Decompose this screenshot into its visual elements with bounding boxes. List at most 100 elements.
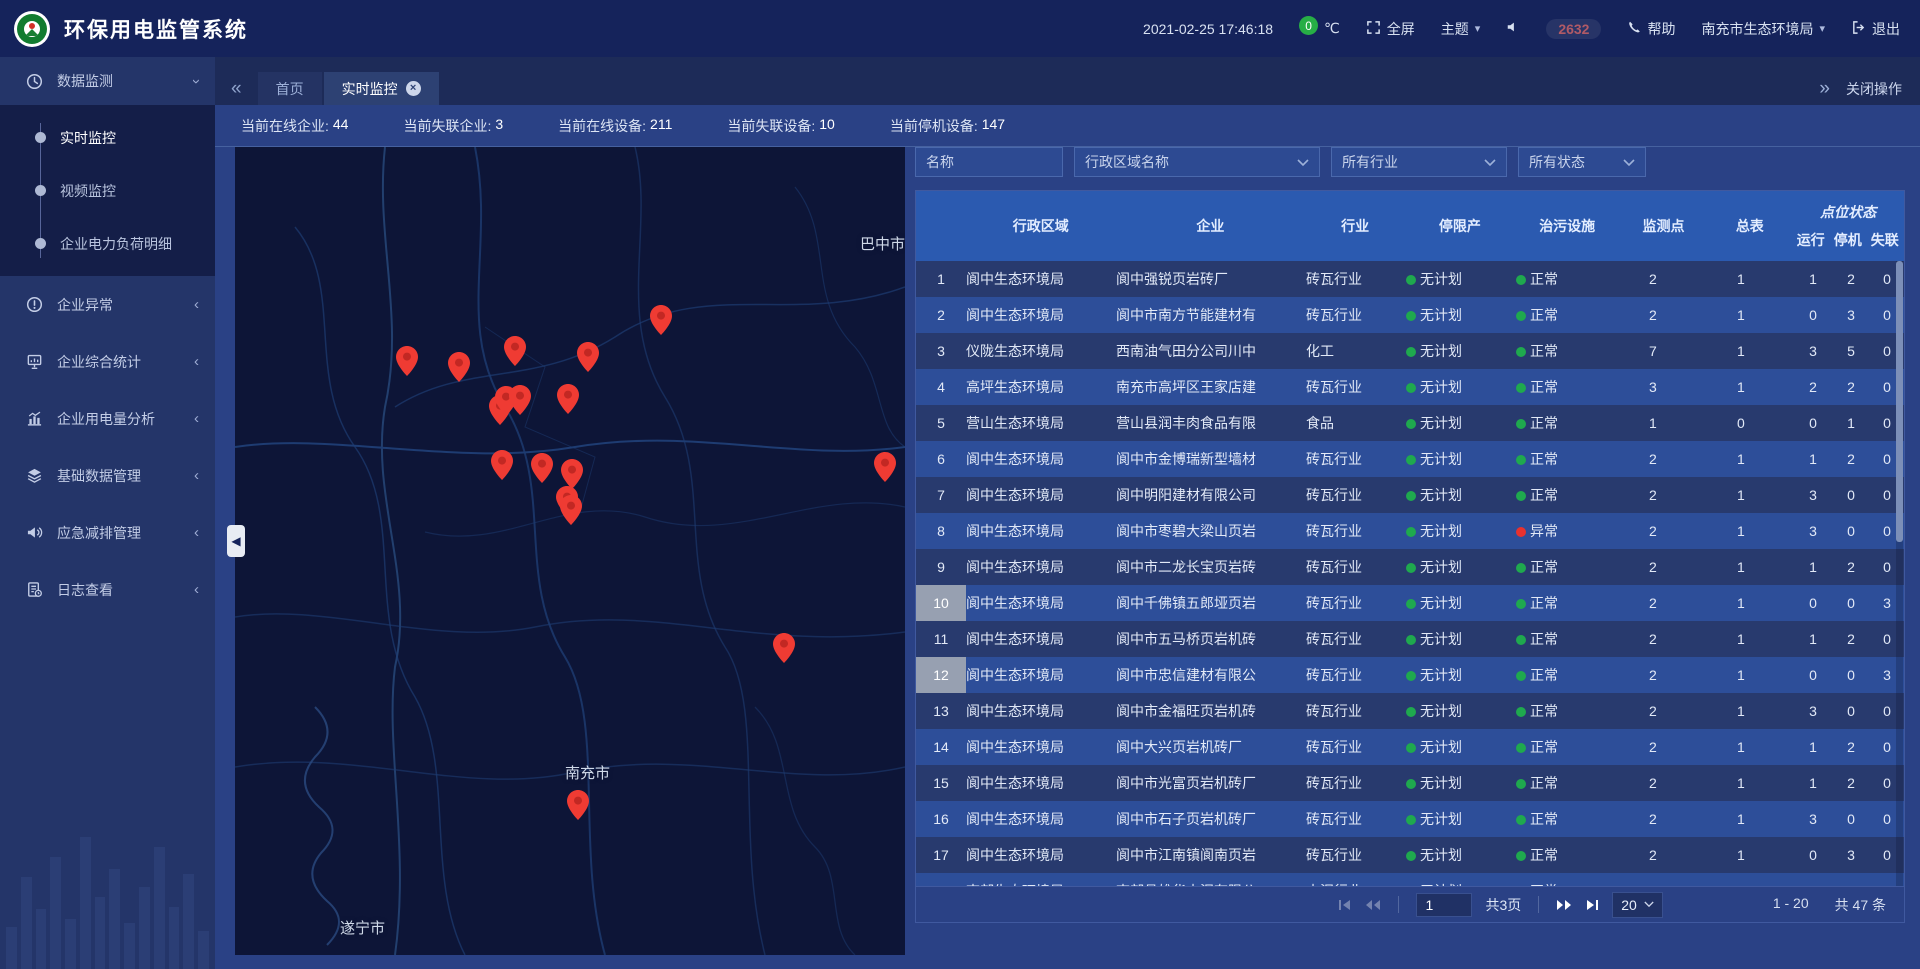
tabs-scroll-right-button[interactable]: » <box>1819 78 1830 100</box>
help-button[interactable]: 帮助 <box>1627 19 1675 39</box>
tab-realtime-monitoring[interactable]: 实时监控 × <box>324 72 439 105</box>
map-roads <box>235 147 905 955</box>
cell-pollution-facility: 正常 <box>1516 809 1621 829</box>
cell-company: 西南油气田分公司川中 <box>1116 341 1306 361</box>
map-pin[interactable] <box>577 342 599 372</box>
table-row[interactable]: 7阆中生态环境局阆中明阳建材有限公司砖瓦行业无计划正常21300 <box>916 477 1904 513</box>
cell-total-meters: 0 <box>1709 883 1794 886</box>
next-page-button[interactable] <box>1556 899 1572 911</box>
table-row[interactable]: 11阆中生态环境局阆中市五马桥页岩机砖砖瓦行业无计划正常21120 <box>916 621 1904 657</box>
sidebar-item-enterprise-power-analysis[interactable]: 企业用电量分析‹ <box>0 390 215 447</box>
chevron-left-icon: ‹ <box>194 353 199 370</box>
map-canvas[interactable]: 巴中市南充市遂宁市 <box>235 147 905 955</box>
stat-label: 当前停机设备: <box>890 116 978 136</box>
table-row[interactable]: 1阆中生态环境局阆中强锐页岩砖厂砖瓦行业无计划正常21120 <box>916 261 1904 297</box>
range-label: 1 - 20 <box>1773 895 1809 915</box>
org-dropdown[interactable]: 南充市生态环境局 ▾ <box>1701 19 1825 39</box>
page-number-input[interactable] <box>1416 893 1472 917</box>
map-pin[interactable] <box>557 384 579 414</box>
sidebar-item-enterprise-power-load-detail[interactable]: 企业电力负荷明细 <box>0 217 215 270</box>
status-dot-icon <box>1406 635 1416 645</box>
table-row[interactable]: 18南部生态环境局南部县雄华水泥有限公水泥行业无计划正常60060 <box>916 873 1904 886</box>
table-row[interactable]: 14阆中生态环境局阆中大兴页岩机砖厂砖瓦行业无计划正常21120 <box>916 729 1904 765</box>
tab-home[interactable]: 首页 <box>258 72 322 105</box>
mute-button[interactable] <box>1506 20 1520 37</box>
map-pin[interactable] <box>561 459 583 489</box>
map-pin[interactable] <box>567 790 589 820</box>
map-pin[interactable] <box>560 495 582 525</box>
table-scrollbar[interactable] <box>1896 261 1903 886</box>
sidebar-item-log-view[interactable]: 日志查看‹ <box>0 561 215 618</box>
sidebar-item-emergency-reduction-management[interactable]: 应急减排管理‹ <box>0 504 215 561</box>
status-dot-icon <box>1406 455 1416 465</box>
cell-region: 阆中生态环境局 <box>966 845 1116 865</box>
map-pin[interactable] <box>650 305 672 335</box>
sidebar-item-realtime-monitoring[interactable]: 实时监控 <box>0 111 215 164</box>
sidebar-item-data-monitoring[interactable]: 数据监测› <box>0 57 215 105</box>
cell-stop-production: 无计划 <box>1406 485 1516 505</box>
panel-collapse-button[interactable]: ◀ <box>227 525 245 557</box>
col-header-monitor-points: 监测点 <box>1620 191 1708 261</box>
chevron-down-icon: ▾ <box>1819 22 1825 35</box>
table-row[interactable]: 6阆中生态环境局阆中市金博瑞新型墙材砖瓦行业无计划正常21120 <box>916 441 1904 477</box>
status-filter-select[interactable]: 所有状态 <box>1518 147 1646 177</box>
cell-monitor-points: 2 <box>1621 451 1709 467</box>
close-operations-button[interactable]: 关闭操作 <box>1846 79 1902 99</box>
sidebar: 数据监测› 实时监控视频监控企业电力负荷明细企业异常‹企业综合统计‹企业用电量分析… <box>0 57 215 969</box>
page-size-select[interactable]: 20 <box>1612 892 1663 918</box>
table-row[interactable]: 2阆中生态环境局阆中市南方节能建材有砖瓦行业无计划正常21030 <box>916 297 1904 333</box>
table-row[interactable]: 15阆中生态环境局阆中市光富页岩机砖厂砖瓦行业无计划正常21120 <box>916 765 1904 801</box>
name-filter-input[interactable] <box>915 147 1063 177</box>
sidebar-item-enterprise-statistics[interactable]: 企业综合统计‹ <box>0 333 215 390</box>
table-row[interactable]: 3仪陇生态环境局西南油气田分公司川中化工无计划正常71350 <box>916 333 1904 369</box>
map-pin[interactable] <box>448 352 470 382</box>
cell-stop-production: 无计划 <box>1406 449 1516 469</box>
region-filter-select[interactable]: 行政区域名称 <box>1074 147 1320 177</box>
table-row[interactable]: 8阆中生态环境局阆中市枣碧大梁山页岩砖瓦行业无计划异常21300 <box>916 513 1904 549</box>
skyline-building <box>50 857 61 969</box>
map-pin[interactable] <box>396 346 418 376</box>
cell-company: 营山县润丰肉食品有限 <box>1116 413 1306 433</box>
scrollbar-thumb[interactable] <box>1896 261 1903 542</box>
table-row[interactable]: 16阆中生态环境局阆中市石子页岩机砖厂砖瓦行业无计划正常21300 <box>916 801 1904 837</box>
map-pin[interactable] <box>504 336 526 366</box>
cell-running-count: 1 <box>1794 271 1832 287</box>
table-row[interactable]: 5营山生态环境局营山县润丰肉食品有限食品无计划正常10010 <box>916 405 1904 441</box>
cell-pollution-facility: 正常 <box>1516 305 1621 325</box>
cell-region: 阆中生态环境局 <box>966 557 1116 577</box>
map-pin[interactable] <box>491 450 513 480</box>
close-tab-icon[interactable]: × <box>406 81 421 96</box>
cell-pollution-facility: 正常 <box>1516 737 1621 757</box>
cell-stop-production: 无计划 <box>1406 881 1516 886</box>
map-pin[interactable] <box>531 453 553 483</box>
first-page-button[interactable] <box>1338 899 1352 911</box>
cell-stop-production: 无计划 <box>1406 701 1516 721</box>
prev-page-button[interactable] <box>1365 899 1381 911</box>
map-pin[interactable] <box>509 385 531 415</box>
theme-dropdown[interactable]: 主题 ▾ <box>1441 19 1481 39</box>
table-row[interactable]: 4高坪生态环境局南充市高坪区王家店建砖瓦行业无计划正常31220 <box>916 369 1904 405</box>
map-pin[interactable] <box>773 633 795 663</box>
sidebar-item-basic-data-management[interactable]: 基础数据管理‹ <box>0 447 215 504</box>
logout-button[interactable]: 退出 <box>1851 19 1900 39</box>
map-pin[interactable] <box>874 452 896 482</box>
table-row[interactable]: 12阆中生态环境局阆中市忠信建材有限公砖瓦行业无计划正常21003 <box>916 657 1904 693</box>
fullscreen-button[interactable]: 全屏 <box>1366 19 1415 39</box>
status-dot-icon <box>1516 419 1526 429</box>
cell-pollution-facility: 正常 <box>1516 773 1621 793</box>
table-row[interactable]: 9阆中生态环境局阆中市二龙长宝页岩砖砖瓦行业无计划正常21120 <box>916 549 1904 585</box>
table-row[interactable]: 10阆中生态环境局阆中千佛镇五郎垭页岩砖瓦行业无计划正常21003 <box>916 585 1904 621</box>
table-row[interactable]: 13阆中生态环境局阆中市金福旺页岩机砖砖瓦行业无计划正常21300 <box>916 693 1904 729</box>
last-page-button[interactable] <box>1585 899 1599 911</box>
sidebar-item-enterprise-abnormal[interactable]: 企业异常‹ <box>0 276 215 333</box>
chevron-down-icon: ▾ <box>1475 22 1481 35</box>
tabs-scroll-left-button[interactable]: « <box>215 72 258 105</box>
industry-filter-select[interactable]: 所有行业 <box>1331 147 1507 177</box>
notification-badge[interactable]: 2632 <box>1546 19 1601 39</box>
cell-total-meters: 1 <box>1709 487 1794 503</box>
sidebar-item-video-monitoring[interactable]: 视频监控 <box>0 164 215 217</box>
cell-running-count: 0 <box>1794 667 1832 683</box>
megaphone-icon <box>24 523 44 543</box>
table-row[interactable]: 17阆中生态环境局阆中市江南镇阆南页岩砖瓦行业无计划正常21030 <box>916 837 1904 873</box>
col-header-stop-production: 停限产 <box>1405 191 1515 261</box>
